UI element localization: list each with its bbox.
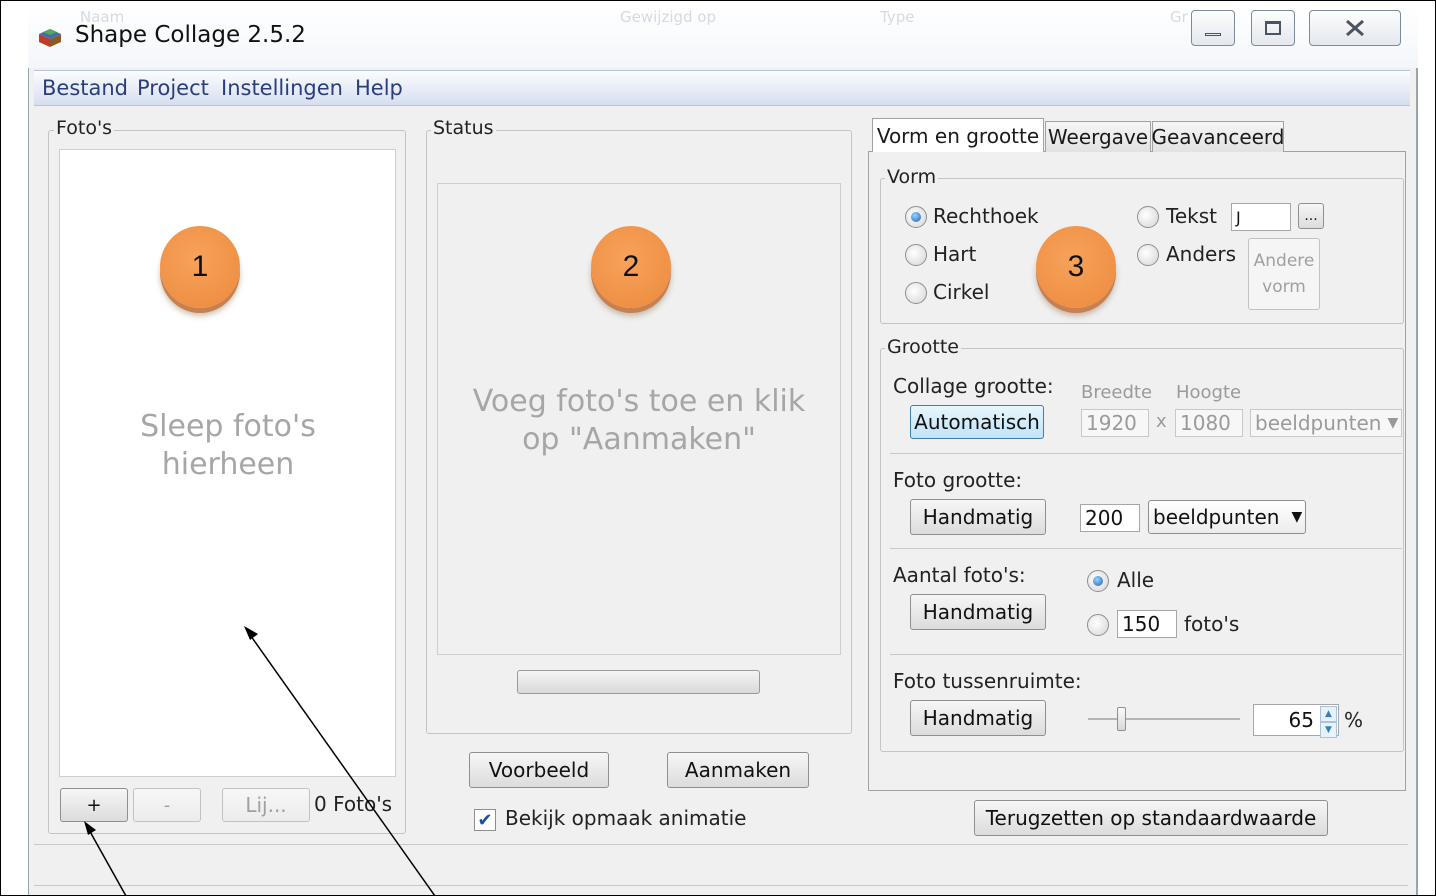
arrow-to-add-button	[87, 827, 127, 896]
arrow-head-icon	[244, 626, 258, 640]
arrow-head-icon	[84, 821, 96, 835]
annotation-arrows	[84, 626, 436, 896]
arrow-to-drop-area	[247, 631, 436, 896]
